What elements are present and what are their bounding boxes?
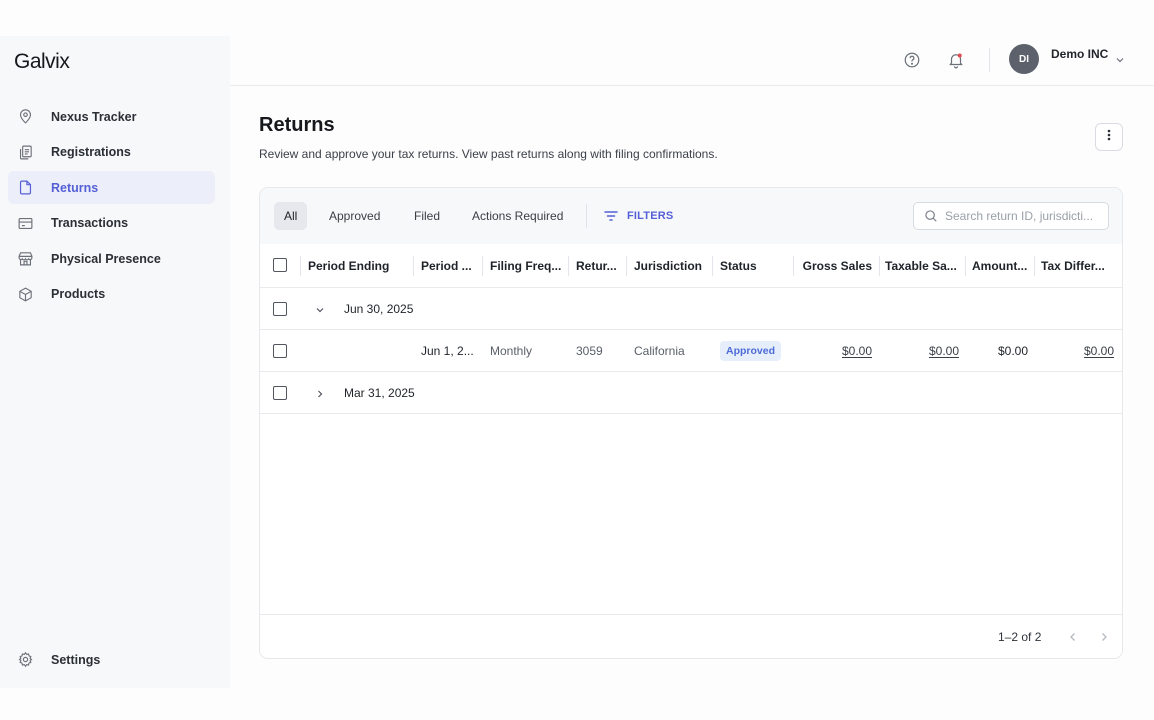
sidebar-item-label: Transactions <box>51 216 129 230</box>
help-icon[interactable] <box>902 50 922 70</box>
column-separator <box>712 256 713 276</box>
tax-difference-link[interactable]: $0.00 <box>1084 344 1114 358</box>
column-separator <box>300 256 301 276</box>
more-options-button[interactable] <box>1095 123 1123 151</box>
chevron-right-icon <box>1102 633 1107 641</box>
select-all-checkbox[interactable] <box>273 258 287 272</box>
column-header-tax-difference[interactable]: Tax Differ... <box>1041 244 1111 288</box>
column-header-filing-frequency[interactable]: Filing Freq... <box>490 244 564 288</box>
tab-all[interactable]: All <box>274 202 308 230</box>
sidebar-item-registrations[interactable]: Registrations <box>8 136 215 169</box>
column-separator <box>482 256 483 276</box>
column-header-taxable-sales[interactable]: Taxable Sa... <box>885 244 957 288</box>
column-separator <box>879 256 880 276</box>
top-bar: DI Demo INC <box>230 36 1154 86</box>
header-divider <box>989 48 990 72</box>
column-separator <box>626 256 627 276</box>
sidebar-item-label: Settings <box>51 652 101 667</box>
row-checkbox[interactable] <box>273 302 287 316</box>
kebab-menu-icon <box>1107 128 1111 146</box>
sidebar: Galvix Nexus Tracker Registrations Retur… <box>0 36 230 688</box>
tab-filed[interactable]: Filed <box>404 202 450 230</box>
chevron-left-icon <box>1070 633 1075 641</box>
table-row[interactable]: Jun 1, 2... Monthly 3059 California Appr… <box>260 330 1122 372</box>
documents-icon <box>16 143 34 161</box>
filters-button[interactable]: FILTERS <box>603 205 673 227</box>
search-icon <box>925 210 937 222</box>
filters-label: FILTERS <box>627 210 674 222</box>
column-header-period-start[interactable]: Period ... <box>421 244 477 288</box>
sidebar-item-label: Returns <box>51 180 99 195</box>
sidebar-item-label: Registrations <box>51 145 131 159</box>
previous-page-button[interactable] <box>1066 630 1080 644</box>
toolbar-divider <box>586 204 587 228</box>
column-header-status[interactable]: Status <box>720 244 780 288</box>
page-title: Returns <box>259 114 335 136</box>
cell-amount: $0.00 <box>997 344 1028 358</box>
file-icon <box>16 179 34 197</box>
sidebar-item-label: Nexus Tracker <box>51 109 137 124</box>
location-pin-icon <box>16 108 34 126</box>
column-separator <box>1034 256 1035 276</box>
company-name[interactable]: Demo INC <box>1051 47 1108 61</box>
card-icon <box>16 214 34 232</box>
cell-taxable-sales: $0.00 <box>885 330 959 372</box>
returns-card: All Approved Filed Actions Required FILT… <box>259 187 1123 659</box>
column-header-return-id[interactable]: Retur... <box>576 244 620 288</box>
cell-status: Approved <box>720 330 792 372</box>
column-separator <box>793 256 794 276</box>
gross-sales-link[interactable]: $0.00 <box>842 344 872 358</box>
sidebar-item-physical-presence[interactable]: Physical Presence <box>8 242 215 275</box>
filter-icon <box>604 211 618 221</box>
table-group-row[interactable]: Jun 30, 2025 <box>260 288 1122 330</box>
taxable-sales-link[interactable]: $0.00 <box>929 344 959 358</box>
sidebar-item-settings[interactable]: Settings <box>8 643 215 676</box>
column-header-gross-sales[interactable]: Gross Sales <box>800 244 872 288</box>
sidebar-item-label: Products <box>51 287 106 301</box>
cell-return-id: 3059 <box>576 344 603 358</box>
chevron-down-icon[interactable] <box>1114 53 1126 65</box>
search-box[interactable] <box>913 202 1109 230</box>
sidebar-item-returns[interactable]: Returns <box>8 171 215 204</box>
pagination-range: 1–2 of 2 <box>998 630 1042 644</box>
column-header-period-ending[interactable]: Period Ending <box>308 244 408 288</box>
next-page-button[interactable] <box>1097 630 1111 644</box>
bell-icon[interactable] <box>946 50 966 70</box>
chevron-right-icon[interactable] <box>314 387 326 399</box>
cell-tax-difference: $0.00 <box>1041 330 1114 372</box>
table-group-row[interactable]: Mar 31, 2025 <box>260 372 1122 414</box>
cell-gross-sales: $0.00 <box>800 330 872 372</box>
chevron-down-icon[interactable] <box>314 303 326 315</box>
group-period-ending: Mar 31, 2025 <box>344 386 415 400</box>
gear-icon <box>16 651 34 669</box>
sidebar-item-products[interactable]: Products <box>8 278 215 311</box>
group-period-ending: Jun 30, 2025 <box>344 302 414 316</box>
table-toolbar: All Approved Filed Actions Required FILT… <box>260 188 1122 244</box>
row-checkbox[interactable] <box>273 386 287 400</box>
app-logo[interactable]: Galvix <box>14 50 70 74</box>
cell-jurisdiction: California <box>634 344 685 358</box>
search-input[interactable] <box>945 209 1105 223</box>
building-icon <box>16 250 34 268</box>
column-header-jurisdiction[interactable]: Jurisdiction <box>634 244 714 288</box>
sidebar-item-label: Physical Presence <box>51 251 161 266</box>
table-header: Period Ending Period ... Filing Freq... … <box>260 244 1122 288</box>
cell-period-start: Jun 1, 2... <box>421 344 474 358</box>
column-header-amount[interactable]: Amount... <box>972 244 1030 288</box>
status-badge: Approved <box>720 341 782 361</box>
column-separator <box>413 256 414 276</box>
sidebar-item-nexus-tracker[interactable]: Nexus Tracker <box>8 100 215 133</box>
sidebar-item-transactions[interactable]: Transactions <box>8 207 215 240</box>
sidebar-nav: Nexus Tracker Registrations Returns Tran… <box>8 100 215 313</box>
box-icon <box>16 285 34 303</box>
cell-filing-frequency: Monthly <box>490 344 533 358</box>
tab-approved[interactable]: Approved <box>319 202 390 230</box>
tab-actions-required[interactable]: Actions Required <box>462 202 573 230</box>
table-footer: 1–2 of 2 <box>260 614 1122 658</box>
avatar[interactable]: DI <box>1009 44 1039 74</box>
page-subtitle: Review and approve your tax returns. Vie… <box>259 147 718 161</box>
column-separator <box>568 256 569 276</box>
column-separator <box>965 256 966 276</box>
row-checkbox[interactable] <box>273 344 287 358</box>
